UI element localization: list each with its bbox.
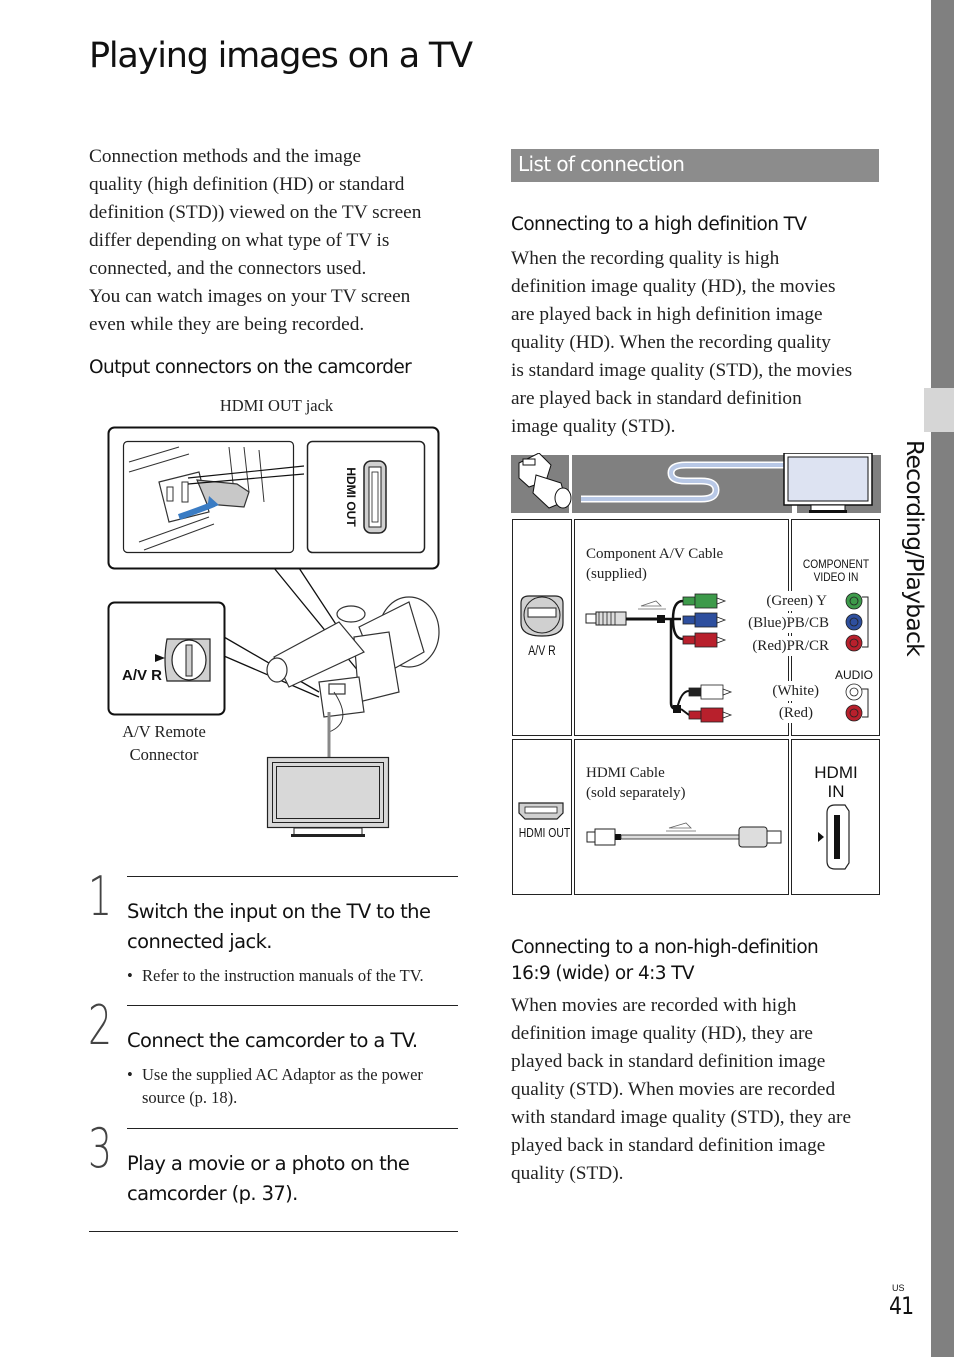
av-label-line: A/V Remote	[122, 722, 206, 741]
paragraph-line: quality (HD). When the recording quality	[511, 332, 831, 353]
step-2-title: Connect the camcorder to a TV.	[127, 1029, 418, 1052]
step-title-line: Switch the input on the TV to the	[127, 900, 431, 923]
white-plug-icon	[688, 684, 733, 700]
audio-label: AUDIO	[834, 668, 873, 682]
red-plug-icon	[682, 632, 727, 648]
step-number: 1	[88, 865, 113, 928]
av-label-line: Connector	[129, 745, 199, 764]
steps-end-divider	[89, 1231, 458, 1232]
output-connectors-heading: Output connectors on the camcorder	[89, 357, 412, 378]
step-number: 3	[88, 1117, 113, 1180]
paragraph-line: is standard image quality (STD), the mov…	[511, 360, 853, 381]
bullet-icon: •	[127, 966, 133, 985]
step-2-note: • Use the supplied AC Adaptor as the powe…	[127, 1063, 477, 1109]
paragraph-line: When movies are recorded with high	[511, 995, 797, 1016]
camcorder-connectors-figure: HDMI OUT jack HDMI OUT A/V R A/V Remote …	[89, 392, 459, 852]
paragraph-line: quality (STD).	[511, 1163, 624, 1184]
plug-label-green: (Green) Y	[747, 591, 827, 611]
av-r-jack-text: A/V R	[122, 667, 162, 684]
component-cable-icon	[585, 599, 690, 716]
label-line: (sold separately)	[586, 785, 686, 801]
side-tab-bar	[931, 0, 954, 1357]
paragraph-line: When the recording quality is high	[511, 248, 780, 269]
intro-line: Connection methods and the image	[89, 146, 362, 167]
label-line: Component A/V Cable	[586, 546, 724, 562]
heading-line: 16:9 (wide) or 4:3 TV	[511, 963, 695, 984]
paragraph-line: image quality (STD).	[511, 416, 676, 437]
intro-line: definition (STD)) viewed on the TV scree…	[89, 202, 422, 223]
note-line: Refer to the instruction manuals of the …	[142, 966, 424, 985]
step-1-title: Switch the input on the TV to the connec…	[127, 897, 467, 957]
label-line: VIDEO IN	[813, 570, 859, 584]
paragraph-line: quality (STD). When movies are recorded	[511, 1079, 836, 1100]
hdmi-cable-icon	[586, 822, 782, 848]
paragraph-line: are played back in high definition image	[511, 304, 823, 325]
hd-tv-heading: Connecting to a high definition TV	[511, 214, 807, 235]
component-cable-label: Component A/V Cable (supplied)	[586, 544, 723, 584]
label-line: (supplied)	[586, 566, 647, 582]
av-jack-icon	[520, 595, 564, 637]
step-divider	[127, 876, 458, 877]
note-line: source (p. 18).	[142, 1088, 238, 1107]
intro-line: connected, and the connectors used.	[89, 258, 367, 279]
page-title: Playing images on a TV	[89, 36, 473, 76]
side-tab-label[interactable]: Recording/Playback	[893, 440, 929, 700]
plug-label-red-audio: (Red)	[757, 703, 813, 723]
hdmi-in-jack-icon	[818, 804, 850, 870]
bullet-icon: •	[127, 1065, 133, 1084]
step-1-note: • Refer to the instruction manuals of the…	[127, 964, 477, 987]
plug-label-white: (White)	[757, 681, 819, 701]
page-number: 41	[889, 1292, 914, 1320]
green-plug-icon	[682, 593, 727, 609]
step-divider	[127, 1005, 458, 1006]
connection-diagram: A/V R Component A/V Cable (supplied) COM…	[511, 453, 881, 896]
blue-plug-icon	[682, 612, 727, 628]
side-tab-text: Recording/Playback	[901, 440, 929, 656]
label-line: HDMI	[814, 763, 858, 782]
non-hd-tv-paragraph: When movies are recorded with high defin…	[511, 992, 886, 1188]
av-r-label: A/V R	[528, 642, 556, 658]
hd-tv-paragraph: When the recording quality is high defin…	[511, 245, 886, 441]
intro-line: even while they are being recorded.	[89, 314, 365, 335]
paragraph-line: with standard image quality (STD), they …	[511, 1107, 852, 1128]
section-title: List of connection	[518, 152, 685, 176]
paragraph-line: definition image quality (HD), they are	[511, 1023, 813, 1044]
component-video-in-label: COMPONENT VIDEO IN	[799, 558, 872, 584]
intro-line: You can watch images on your TV screen	[89, 286, 411, 307]
plug-label-blue: (Blue)PB/CB	[737, 613, 829, 633]
section-header-bar: List of connection	[511, 149, 879, 182]
side-tab-active-marker[interactable]	[924, 388, 954, 432]
non-hd-tv-heading: Connecting to a non-high-definition 16:9…	[511, 935, 819, 987]
step-title-line: camcorder (p. 37).	[127, 1182, 298, 1205]
paragraph-line: definition image quality (HD), the movie…	[511, 276, 836, 297]
paragraph-line: are played back in standard definition	[511, 388, 802, 409]
red-audio-plug-icon	[688, 707, 733, 723]
heading-line: Connecting to a non-high-definition	[511, 937, 819, 958]
label-line: IN	[827, 782, 845, 801]
hdmi-cable-label: HDMI Cable (sold separately)	[586, 763, 686, 803]
step-number: 2	[88, 994, 113, 1057]
label-line: HDMI Cable	[586, 765, 665, 781]
hdmi-out-jack-icon	[518, 802, 564, 820]
paragraph-line: played back in standard definition image	[511, 1051, 826, 1072]
component-jacks-icon	[845, 592, 869, 652]
hdmi-out-label: HDMI OUT	[518, 825, 571, 840]
intro-paragraph: Connection methods and the image quality…	[89, 143, 464, 339]
paragraph-line: played back in standard definition image	[511, 1135, 826, 1156]
hdmi-out-jack-text: HDMI OUT	[344, 467, 358, 527]
step-title-line: connected jack.	[127, 930, 272, 953]
intro-line: quality (high definition (HD) or standar…	[89, 174, 405, 195]
step-title-line: Play a movie or a photo on the	[127, 1152, 410, 1175]
camcorder-illustration: HDMI OUT A/V R	[107, 426, 440, 837]
note-line: Use the supplied AC Adaptor as the power	[142, 1065, 423, 1084]
intro-line: differ depending on what type of TV is	[89, 230, 390, 251]
plug-label-red: (Red)PR/CR	[737, 636, 829, 656]
av-remote-connector-label: A/V Remote Connector	[94, 720, 234, 766]
step-divider	[127, 1128, 458, 1129]
audio-jacks-icon	[845, 683, 869, 722]
hdmi-in-label: HDMI IN	[793, 763, 879, 801]
step-3-title: Play a movie or a photo on the camcorder…	[127, 1149, 467, 1209]
